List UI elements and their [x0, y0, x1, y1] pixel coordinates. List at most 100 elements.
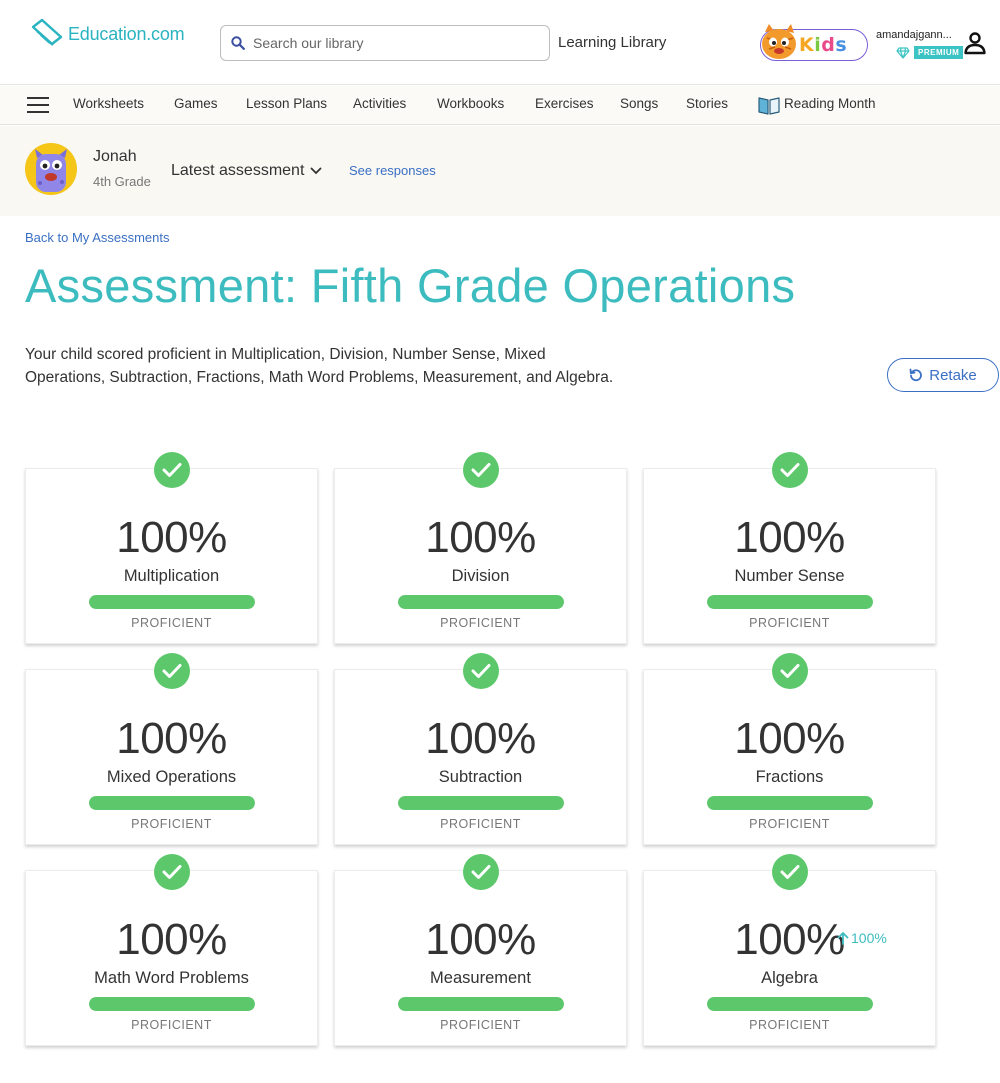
- check-circle-icon: [772, 653, 808, 689]
- progress-bar-fill: [707, 997, 873, 1011]
- nav-item-exercises[interactable]: Exercises: [535, 96, 594, 111]
- search-icon: [231, 36, 245, 50]
- retake-label: Retake: [929, 366, 977, 384]
- proficiency-level: PROFICIENT: [440, 817, 521, 831]
- score-percent: 100%: [734, 714, 845, 763]
- premium-badge: PREMIUM: [914, 46, 964, 59]
- check-circle-icon: [154, 653, 190, 689]
- progress-bar: [398, 997, 564, 1011]
- nav-item-stories[interactable]: Stories: [686, 96, 728, 111]
- retake-button[interactable]: Retake: [887, 358, 999, 392]
- progress-bar: [89, 595, 255, 609]
- see-responses-link[interactable]: See responses: [349, 163, 436, 178]
- skill-result-card: 100% Mixed Operations PROFICIENT: [25, 653, 318, 845]
- proficiency-level: PROFICIENT: [131, 817, 212, 831]
- progress-bar-fill: [398, 796, 564, 810]
- logo-icon: [31, 18, 63, 46]
- skill-name: Math Word Problems: [94, 969, 249, 987]
- skill-name: Fractions: [755, 768, 824, 786]
- nav-item-songs[interactable]: Songs: [620, 96, 658, 111]
- skill-result-card: 100% Subtraction PROFICIENT: [334, 653, 627, 845]
- user-name[interactable]: amandajgann...: [876, 29, 952, 41]
- page-title: Assessment: Fifth Grade Operations: [25, 259, 796, 312]
- check-circle-icon: [772, 452, 808, 488]
- kids-button[interactable]: Kids: [760, 24, 868, 61]
- skill-result-card: 100% Measurement PROFICIENT: [334, 854, 627, 1046]
- score-change: 100%: [837, 930, 887, 946]
- proficiency-level: PROFICIENT: [131, 616, 212, 630]
- skill-result-card: 100% Math Word Problems PROFICIENT: [25, 854, 318, 1046]
- progress-bar: [707, 997, 873, 1011]
- child-name: Jonah: [93, 148, 137, 165]
- skill-name: Multiplication: [123, 567, 220, 585]
- nav-item-workbooks[interactable]: Workbooks: [437, 96, 504, 111]
- score-percent: 100%: [734, 513, 845, 562]
- progress-bar: [89, 997, 255, 1011]
- child-profile-bar: Jonah 4th Grade Latest assessment See re…: [0, 126, 1000, 216]
- proficiency-level: PROFICIENT: [749, 616, 830, 630]
- menu-icon[interactable]: [27, 97, 49, 113]
- progress-bar: [398, 796, 564, 810]
- nav-item-worksheets[interactable]: Worksheets: [73, 96, 144, 111]
- site-logo[interactable]: Education.com: [30, 16, 185, 52]
- skill-result-card: 100% Number Sense PROFICIENT: [643, 452, 936, 644]
- search-bar[interactable]: [220, 25, 550, 61]
- retake-icon: [909, 368, 923, 382]
- progress-bar: [707, 796, 873, 810]
- skill-name: Division: [451, 567, 510, 585]
- nav-item-reading-month[interactable]: Reading Month: [784, 96, 876, 111]
- score-change-value: 100%: [851, 930, 887, 946]
- skill-result-card: 100% Multiplication PROFICIENT: [25, 452, 318, 644]
- kids-logo-text: Kids: [799, 34, 848, 56]
- skill-result-card: 100% Algebra PROFICIENT 100%: [643, 854, 936, 1046]
- child-avatar: [25, 143, 77, 195]
- assessment-summary: Your child scored proficient in Multipli…: [25, 346, 614, 386]
- progress-bar-fill: [707, 796, 873, 810]
- latest-assessment-dropdown[interactable]: Latest assessment: [171, 162, 322, 180]
- check-circle-icon: [154, 452, 190, 488]
- progress-bar: [398, 595, 564, 609]
- progress-bar-fill: [707, 595, 873, 609]
- score-percent: 100%: [425, 714, 536, 763]
- progress-bar-fill: [89, 997, 255, 1011]
- nav-item-activities[interactable]: Activities: [353, 96, 406, 111]
- proficiency-level: PROFICIENT: [440, 1018, 521, 1032]
- skill-name: Number Sense: [734, 567, 845, 585]
- progress-bar-fill: [398, 595, 564, 609]
- nav-item-lesson-plans[interactable]: Lesson Plans: [246, 96, 327, 111]
- progress-bar-fill: [89, 595, 255, 609]
- skill-name: Mixed Operations: [106, 768, 237, 786]
- score-percent: 100%: [425, 513, 536, 562]
- logo-text: Education.com: [68, 23, 185, 44]
- progress-bar: [89, 796, 255, 810]
- search-input[interactable]: [253, 35, 533, 51]
- latest-assessment-label: Latest assessment: [171, 162, 305, 179]
- child-grade: 4th Grade: [93, 174, 151, 189]
- skill-name: Subtraction: [438, 768, 523, 786]
- diamond-icon: [896, 46, 910, 59]
- book-icon: [758, 97, 780, 115]
- check-circle-icon: [463, 854, 499, 890]
- check-circle-icon: [772, 854, 808, 890]
- monster-avatar-icon: [35, 149, 67, 192]
- check-circle-icon: [463, 452, 499, 488]
- check-circle-icon: [154, 854, 190, 890]
- back-to-assessments-link[interactable]: Back to My Assessments: [25, 230, 170, 245]
- proficiency-level: PROFICIENT: [131, 1018, 212, 1032]
- proficiency-level: PROFICIENT: [440, 616, 521, 630]
- skill-name: Measurement: [430, 969, 531, 987]
- score-percent: 100%: [116, 513, 227, 562]
- site-header: Education.com Learning Library Kids aman…: [0, 0, 1000, 85]
- proficiency-level: PROFICIENT: [749, 1018, 830, 1032]
- main-nav: Worksheets Games Lesson Plans Activities…: [0, 86, 1000, 125]
- score-percent: 100%: [734, 915, 845, 964]
- progress-bar: [707, 595, 873, 609]
- arrow-up-icon: [837, 932, 849, 945]
- user-account-icon[interactable]: [963, 31, 987, 55]
- progress-bar-fill: [398, 997, 564, 1011]
- nav-item-games[interactable]: Games: [174, 96, 218, 111]
- learning-library-link[interactable]: Learning Library: [558, 34, 666, 51]
- skill-result-card: 100% Fractions PROFICIENT: [643, 653, 936, 845]
- score-percent: 100%: [425, 915, 536, 964]
- proficiency-level: PROFICIENT: [749, 817, 830, 831]
